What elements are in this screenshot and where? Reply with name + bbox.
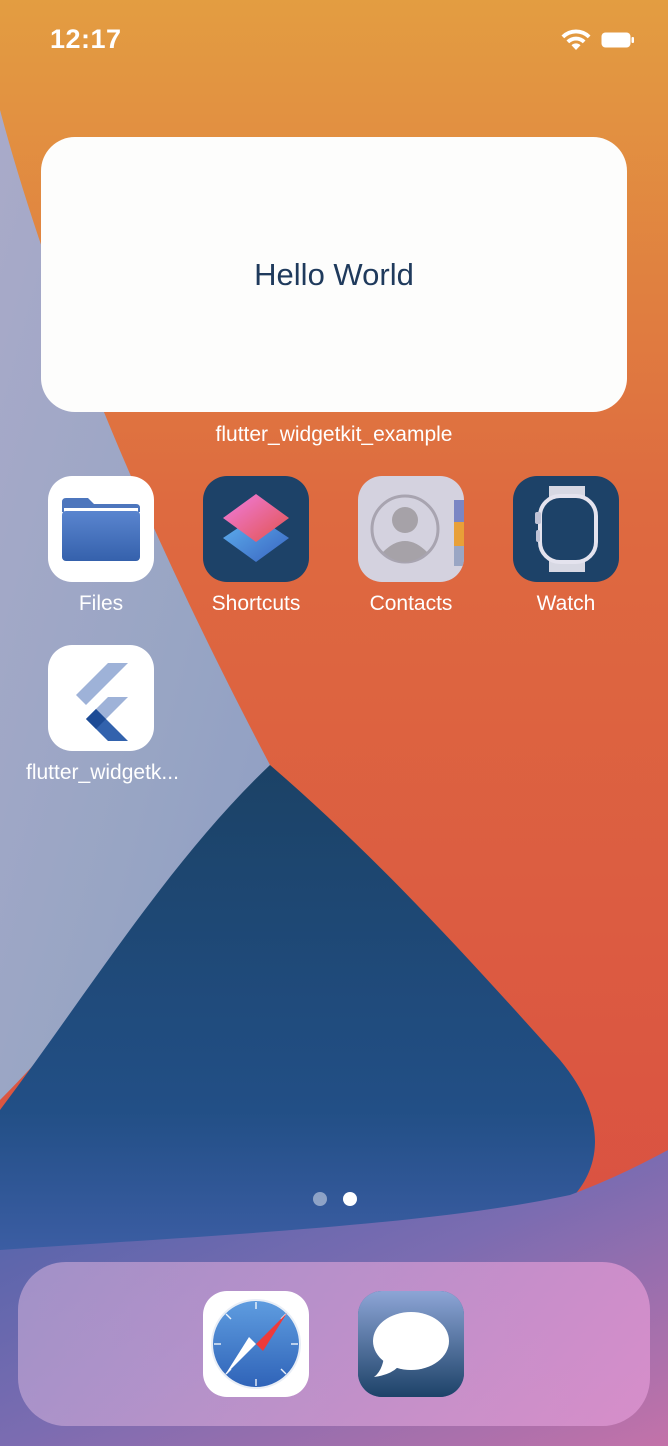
dock	[18, 1262, 650, 1426]
battery-icon	[601, 32, 634, 48]
app-watch[interactable]: Watch	[491, 476, 641, 616]
clock-time: 12:17	[50, 24, 122, 54]
safari-compass-icon	[211, 1299, 301, 1389]
home-widget[interactable]: Hello World	[41, 137, 627, 412]
home-screen: 12:17 Hello World flutter_widgetkit_exam…	[0, 0, 668, 1446]
wifi-icon	[561, 29, 591, 50]
page-dot-2-active[interactable]	[343, 1192, 357, 1206]
flutter-icon	[48, 645, 154, 751]
messages-bubble-icon	[358, 1291, 464, 1397]
shortcuts-icon	[203, 476, 309, 582]
app-label-shortcuts: Shortcuts	[211, 592, 301, 615]
contacts-icon	[358, 476, 464, 582]
watch-icon	[513, 476, 619, 582]
status-bar: 12:17	[0, 0, 668, 80]
app-shortcuts[interactable]: Shortcuts	[181, 476, 331, 616]
app-label-watch: Watch	[536, 592, 596, 615]
dock-app-safari[interactable]	[203, 1291, 309, 1397]
page-indicator[interactable]	[309, 1192, 369, 1208]
app-flutter-widgetkit[interactable]: flutter_widgetk...	[26, 645, 179, 785]
app-label-flutter-widgetkit: flutter_widgetk...	[26, 761, 179, 784]
app-contacts[interactable]: Contacts	[336, 476, 486, 616]
widget-label: flutter_widgetkit_example	[215, 423, 453, 446]
page-dot-1[interactable]	[313, 1192, 327, 1206]
dock-app-messages[interactable]	[358, 1291, 464, 1397]
app-label-contacts: Contacts	[369, 592, 453, 615]
widget-text: Hello World	[254, 256, 414, 292]
app-label-files: Files	[78, 592, 124, 615]
app-files[interactable]: Files	[26, 476, 176, 616]
files-folder-icon	[48, 476, 154, 582]
